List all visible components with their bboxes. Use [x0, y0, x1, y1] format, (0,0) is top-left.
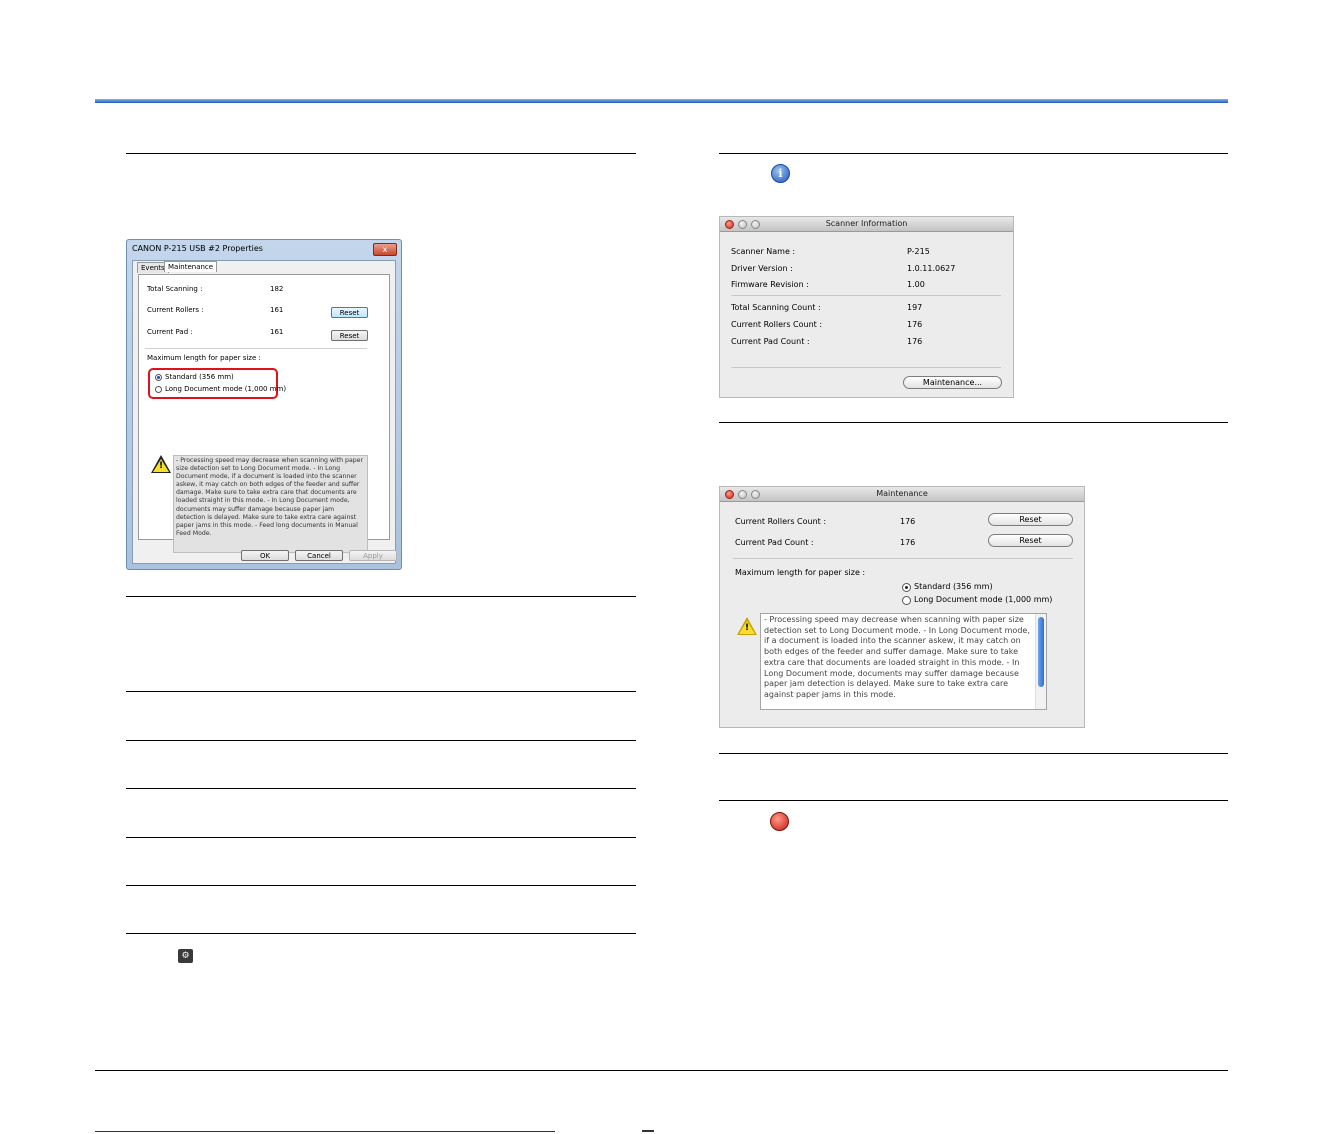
long-document-option-label: Long Document mode (1,000 mm) [914, 595, 1053, 604]
pad-count-label: Current Pad Count : [735, 538, 814, 547]
warning-note: - Processing speed may decrease when sca… [760, 613, 1047, 710]
pad-count-value: 176 [900, 538, 916, 547]
warning-mark: ! [744, 623, 750, 633]
divider [719, 753, 1228, 754]
title-bar: Maintenance [720, 487, 1084, 502]
total-scanning-label: Total Scanning : [147, 285, 203, 293]
long-document-radio[interactable] [155, 386, 162, 393]
scanner-name-label: Scanner Name : [731, 247, 796, 256]
standard-radio[interactable] [155, 374, 162, 381]
divider [126, 691, 636, 692]
rollers-count-label: Current Rollers Count : [731, 320, 823, 329]
total-scanning-value: 182 [270, 285, 284, 293]
info-icon: i [771, 164, 790, 183]
firmware-label: Firmware Revision : [731, 280, 809, 289]
divider [126, 885, 636, 886]
divider [719, 422, 1228, 423]
pad-count-label: Current Pad Count : [731, 337, 810, 346]
divider [126, 596, 636, 597]
separator [731, 295, 1001, 296]
warning-note-text: - Processing speed may decrease when sca… [764, 615, 1030, 699]
divider [719, 800, 1228, 801]
paper-size-label: Maximum length for paper size : [147, 354, 261, 362]
rollers-count-value: 176 [900, 517, 916, 526]
stop-icon [770, 812, 789, 831]
reset-rollers-button[interactable]: Reset [331, 307, 368, 318]
current-pad-value: 161 [270, 328, 284, 336]
standard-option-label: Standard (356 mm) [914, 582, 993, 591]
maintenance-window: Maintenance Current Rollers Count : 176 … [719, 486, 1085, 728]
current-rollers-label: Current Rollers : [147, 306, 204, 314]
cancel-button[interactable]: Cancel [295, 550, 343, 561]
driver-version-value: 1.0.11.0627 [907, 264, 956, 273]
page-marker [642, 1130, 654, 1132]
rollers-count-label: Current Rollers Count : [735, 517, 827, 526]
scroll-thumb[interactable] [1038, 617, 1044, 687]
title-bar: Scanner Information [720, 217, 1013, 232]
close-button[interactable]: x [373, 243, 397, 256]
divider [719, 153, 1228, 154]
separator [733, 558, 1073, 559]
total-scanning-label: Total Scanning Count : [731, 303, 821, 312]
pad-count-value: 176 [907, 337, 923, 346]
standard-radio[interactable] [902, 583, 911, 592]
total-scanning-value: 197 [907, 303, 923, 312]
separator [731, 367, 1001, 368]
long-document-option-label: Long Document mode (1,000 mm) [165, 385, 287, 393]
divider [126, 153, 636, 154]
divider [126, 837, 636, 838]
bottom-rule [95, 1131, 555, 1132]
reset-pad-button[interactable]: Reset [331, 330, 368, 341]
window-title: Maintenance [876, 489, 928, 498]
reset-rollers-button[interactable]: Reset [988, 513, 1073, 526]
current-rollers-value: 161 [270, 306, 284, 314]
divider [126, 788, 636, 789]
standard-option-label: Standard (356 mm) [165, 373, 234, 381]
long-document-radio[interactable] [902, 596, 911, 605]
maintenance-panel: Total Scanning : 182 Current Rollers : 1… [138, 274, 390, 553]
gear-icon: ⚙ [178, 949, 193, 963]
current-pad-label: Current Pad : [147, 328, 193, 336]
reset-pad-button[interactable]: Reset [988, 534, 1073, 547]
tab-maintenance[interactable]: Maintenance [164, 261, 218, 272]
warning-mark: ! [158, 461, 164, 471]
apply-button[interactable]: Apply [349, 550, 397, 561]
window-title: Scanner Information [825, 219, 908, 228]
dialog-title: CANON P-215 USB #2 Properties [132, 244, 263, 253]
driver-version-label: Driver Version : [731, 264, 793, 273]
paper-size-label: Maximum length for paper size : [735, 568, 866, 577]
dialog-body: Events Maintenance Total Scanning : 182 … [132, 260, 397, 564]
properties-dialog: CANON P-215 USB #2 Properties x Events M… [126, 239, 402, 570]
scanner-name-value: P-215 [907, 247, 930, 256]
rollers-count-value: 176 [907, 320, 923, 329]
header-rule [95, 99, 1228, 103]
maintenance-button[interactable]: Maintenance... [903, 376, 1002, 389]
scanner-info-window: Scanner Information Scanner Name : P-215… [719, 216, 1014, 398]
warning-note: - Processing speed may decrease when sca… [173, 455, 368, 553]
section-divider [145, 348, 367, 349]
divider [126, 933, 636, 934]
divider [126, 740, 636, 741]
note-scrollbar[interactable] [1035, 614, 1046, 709]
ok-button[interactable]: OK [241, 550, 289, 561]
firmware-value: 1.00 [907, 280, 925, 289]
footer-rule [95, 1070, 1228, 1071]
